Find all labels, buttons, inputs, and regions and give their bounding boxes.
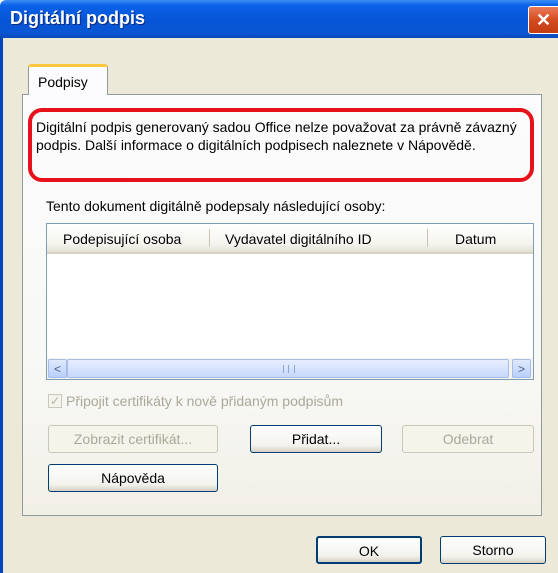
column-separator[interactable] [427, 229, 428, 247]
chevron-right-icon: > [517, 362, 525, 376]
list-header: Podepisující osoba Vydavatel digitálního… [47, 224, 533, 254]
tab-signatures[interactable]: Podpisy [28, 64, 108, 95]
chevron-left-icon: < [53, 362, 61, 376]
column-separator[interactable] [209, 229, 210, 247]
attach-certificates-label: Připojit certifikáty k nově přidaným pod… [66, 393, 344, 409]
title-bar: Digitální podpis [0, 0, 558, 38]
scroll-right-button[interactable]: > [512, 359, 531, 378]
scrollbar-thumb[interactable] [67, 359, 509, 378]
remove-button[interactable]: Odebrat [402, 425, 534, 453]
help-button[interactable]: Nápověda [48, 464, 218, 492]
attach-certificates-checkbox[interactable]: ✓ [48, 394, 62, 408]
tab-label: Podpisy [38, 74, 88, 90]
cancel-button[interactable]: Storno [440, 536, 546, 564]
grip-icon [283, 365, 295, 373]
close-button[interactable]: ✕ [528, 6, 558, 34]
ok-button[interactable]: OK [316, 536, 422, 564]
add-button[interactable]: Přidat... [250, 425, 382, 453]
checkmark-icon: ✓ [49, 394, 61, 408]
window-title: Digitální podpis [10, 8, 145, 28]
horizontal-scrollbar[interactable]: < > [47, 358, 533, 379]
view-certificate-button[interactable]: Zobrazit certifikát... [48, 425, 218, 453]
signers-label: Tento dokument digitálně podepsaly násle… [46, 198, 386, 214]
column-header-signer[interactable]: Podepisující osoba [63, 224, 203, 252]
column-header-issuer[interactable]: Vydavatel digitálního ID [225, 224, 425, 252]
scroll-left-button[interactable]: < [48, 359, 67, 378]
column-header-date[interactable]: Datum [455, 224, 525, 252]
highlight-annotation [28, 108, 534, 182]
close-icon: ✕ [535, 10, 552, 30]
